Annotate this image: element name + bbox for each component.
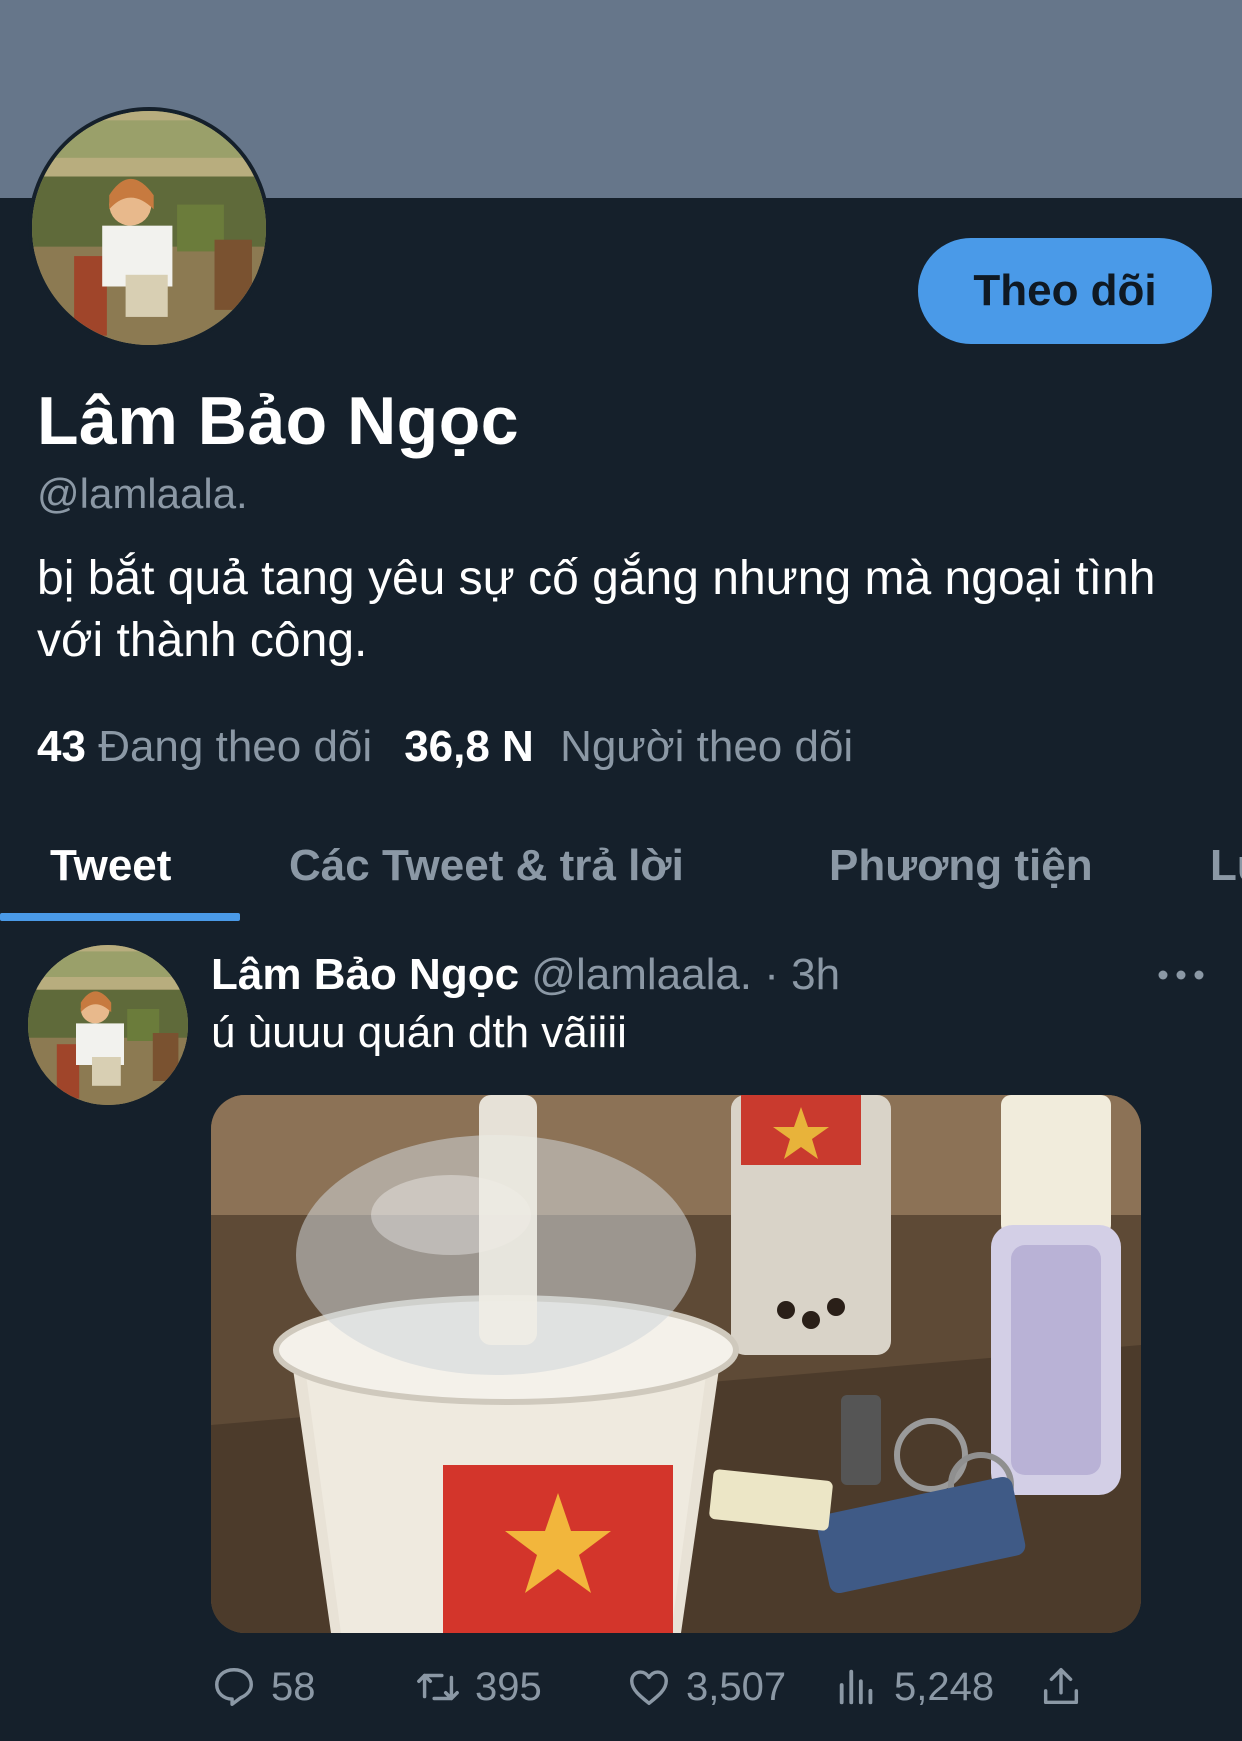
following-count: 43 xyxy=(37,722,86,771)
share-button[interactable] xyxy=(1038,1650,1098,1724)
views-count: 5,248 xyxy=(894,1664,995,1709)
views-button[interactable]: 5,248 xyxy=(834,1650,994,1724)
profile-bio: bị bắt quả tang yêu sự cố gắng nhưng mà … xyxy=(37,552,1156,667)
followers-label: Người theo dõi xyxy=(560,722,854,771)
profile-page: Theo dõi Lâm Bảo Ngọc @lamlaala. bị bắt … xyxy=(0,0,1242,1741)
followers-stat[interactable]: 36,8 N Người theo dõi xyxy=(404,722,853,771)
following-stat[interactable]: 43 Đang theo dõi xyxy=(37,722,372,771)
follow-button[interactable]: Theo dõi xyxy=(918,238,1212,344)
retweet-icon xyxy=(417,1673,459,1701)
profile-display-name: Lâm Bảo Ngọc xyxy=(37,383,520,459)
reply-icon xyxy=(215,1668,253,1706)
like-count: 3,507 xyxy=(686,1664,787,1709)
more-dots-icon[interactable] xyxy=(1155,955,1207,995)
tab-tweets-and-replies[interactable]: Các Tweet & trả lời xyxy=(289,810,684,922)
profile-stats: 43 Đang theo dõi 36,8 N Người theo dõi xyxy=(37,722,853,772)
tab-media[interactable]: Phương tiện xyxy=(829,810,1093,922)
following-label: Đang theo dõi xyxy=(98,722,373,771)
tweet-header: Lâm Bảo Ngọc @lamlaala. · 3h xyxy=(211,945,840,1005)
heart-icon xyxy=(630,1670,668,1706)
tab-tweets[interactable]: Tweet xyxy=(50,810,171,922)
tweet-author-handle[interactable]: @lamlaala. xyxy=(531,950,752,999)
like-button[interactable]: 3,507 xyxy=(626,1650,786,1724)
views-icon xyxy=(839,1669,873,1705)
tweet-author-name[interactable]: Lâm Bảo Ngọc xyxy=(211,950,519,999)
tweet-media-image[interactable] xyxy=(211,1095,1141,1633)
tweet-text: ú ùuuu quán dth vãiiii xyxy=(211,1008,627,1057)
reply-button[interactable]: 58 xyxy=(211,1650,316,1724)
tab-likes[interactable]: Lư xyxy=(1210,810,1242,922)
reply-count: 58 xyxy=(271,1664,316,1709)
active-tab-indicator xyxy=(0,913,240,921)
profile-handle: @lamlaala. xyxy=(37,470,248,517)
profile-avatar[interactable] xyxy=(28,107,270,349)
profile-tabs: Tweet Các Tweet & trả lời Phương tiện Lư xyxy=(0,810,1242,922)
tweet-actions: 58 395 3,507 5,248 xyxy=(0,1650,1242,1724)
tweet-author-avatar[interactable] xyxy=(28,945,188,1105)
followers-count: 36,8 N xyxy=(404,722,534,771)
retweet-count: 395 xyxy=(475,1664,542,1709)
tweet-time[interactable]: 3h xyxy=(791,950,840,999)
tweet-separator: · xyxy=(764,950,779,999)
share-icon xyxy=(1043,1668,1079,1705)
retweet-button[interactable]: 395 xyxy=(415,1650,542,1724)
